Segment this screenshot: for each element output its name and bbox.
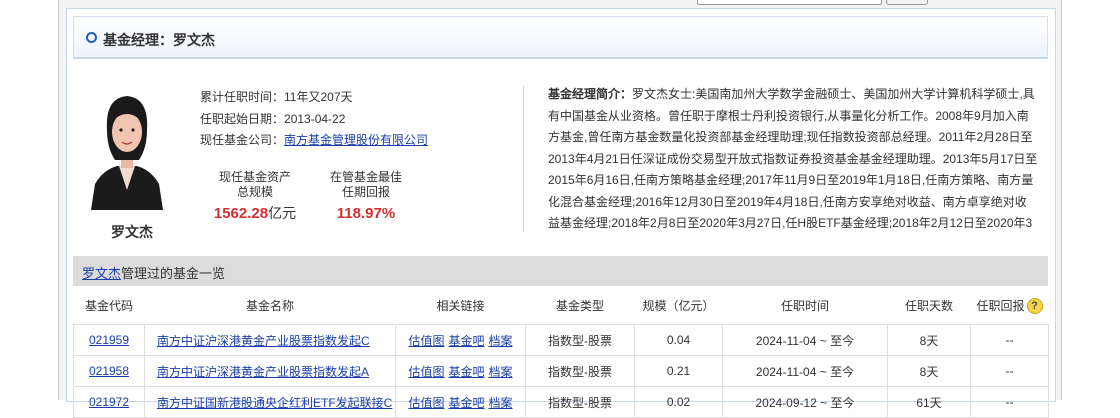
total-assets-label-1: 现任基金资产	[218, 170, 291, 184]
fund-name-cell: 南方中证国新港股通央企红利ETF发起联接C	[144, 386, 396, 418]
total-assets-value-row: 1562.28亿元	[205, 205, 305, 222]
total-assets-label-2: 总规模	[236, 185, 273, 199]
start-date-value: 2013-04-22	[284, 112, 346, 126]
col-header-return-label: 任职回报	[976, 298, 1025, 313]
total-assets-value: 1562.28	[213, 205, 269, 222]
fund-list-title: 罗文杰管理过的基金一览	[82, 263, 225, 282]
circle-bullet-icon	[86, 32, 97, 43]
fund-forum-link[interactable]: 基金吧	[448, 396, 484, 410]
fund-type-cell: 指数型-股票	[525, 355, 635, 387]
company-label: 现任基金公司：	[200, 133, 285, 147]
fund-return-cell: --	[970, 355, 1049, 387]
fund-forum-link[interactable]: 基金吧	[448, 334, 484, 348]
col-header-name: 基金名称	[144, 287, 396, 325]
fund-links-cell: 估值图 基金吧 档案	[395, 324, 526, 356]
vertical-divider	[523, 86, 524, 232]
valuation-chart-link[interactable]: 估值图	[408, 396, 444, 410]
col-header-period: 任职时间	[722, 287, 888, 325]
fund-size-cell: 0.04	[634, 324, 723, 356]
fund-code-cell: 021959	[73, 324, 145, 356]
fund-size-cell: 0.02	[634, 386, 723, 418]
table-row: 021958 南方中证沪深港黄金产业股票指数发起A 估值图 基金吧 档案 指数型-股…	[73, 355, 1049, 387]
fund-name-link[interactable]: 南方中证国新港股通央企红利ETF发起联接C	[157, 396, 392, 410]
fund-code-cell: 021958	[73, 355, 145, 387]
col-header-type: 基金类型	[525, 287, 635, 325]
fund-name-link[interactable]: 南方中证沪深港黄金产业股票指数发起A	[157, 365, 369, 379]
table-row: 021972 南方中证国新港股通央企红利ETF发起联接C 估值图 基金吧 档案 指数…	[73, 386, 1049, 418]
table-header-row: 基金代码 基金名称 相关链接 基金类型 规模（亿元） 任职时间 任职天数 任职回…	[73, 287, 1049, 325]
manager-photo	[89, 90, 165, 210]
fund-return-cell: --	[970, 324, 1049, 356]
fund-links-cell: 估值图 基金吧 档案	[395, 355, 526, 387]
fund-name-cell: 南方中证沪深港黄金产业股票指数发起A	[144, 355, 396, 387]
company-row: 现任基金公司：南方基金管理股份有限公司	[200, 131, 428, 148]
fund-table: 基金代码 基金名称 相关链接 基金类型 规模（亿元） 任职时间 任职天数 任职回…	[73, 287, 1049, 418]
fund-profile-link[interactable]: 档案	[489, 334, 513, 348]
tenure-label: 累计任职时间：	[200, 90, 285, 104]
top-search-input[interactable]	[697, 0, 882, 5]
company-link[interactable]: 南方基金管理股份有限公司	[284, 133, 428, 147]
fund-profile-link[interactable]: 档案	[489, 365, 513, 379]
total-assets-stat: 现任基金资产 总规模 1562.28亿元	[205, 170, 305, 221]
valuation-chart-link[interactable]: 估值图	[408, 334, 444, 348]
fund-period-cell: 2024-09-12 ~ 至今	[722, 386, 888, 418]
best-return-label-2: 任期回报	[341, 185, 390, 199]
fund-list-heading: 罗文杰管理过的基金一览	[73, 256, 1048, 286]
fund-days-cell: 8天	[887, 355, 971, 387]
fund-profile-link[interactable]: 档案	[489, 396, 513, 410]
col-header-code: 基金代码	[73, 287, 145, 325]
question-help-icon[interactable]: ?	[1026, 298, 1043, 315]
fund-period-cell: 2024-11-04 ~ 至今	[722, 324, 888, 356]
fund-days-cell: 61天	[887, 386, 971, 418]
fund-forum-link[interactable]: 基金吧	[448, 365, 484, 379]
total-assets-unit: 亿元	[268, 205, 297, 221]
best-return-value: 118.97%	[336, 205, 396, 222]
section-title: 基金经理：罗文杰	[103, 32, 215, 48]
fund-code-link[interactable]: 021972	[89, 395, 129, 409]
fund-code-link[interactable]: 021959	[89, 333, 129, 347]
fund-return-cell: --	[970, 386, 1049, 418]
fund-code-link[interactable]: 021958	[89, 364, 129, 378]
top-search-button[interactable]	[886, 0, 928, 5]
fund-code-cell: 021972	[73, 386, 145, 418]
bio-label: 基金经理简介：	[548, 87, 633, 101]
col-header-size: 规模（亿元）	[634, 287, 723, 325]
fund-links-cell: 估值图 基金吧 档案	[395, 386, 526, 418]
fund-name-link[interactable]: 南方中证沪深港黄金产业股票指数发起C	[157, 334, 370, 348]
col-header-days: 任职天数	[887, 287, 971, 325]
col-header-return: 任职回报?	[970, 287, 1049, 325]
fund-name-cell: 南方中证沪深港黄金产业股票指数发起C	[144, 324, 396, 356]
manager-name: 罗文杰	[111, 224, 153, 240]
section-header: 基金经理：罗文杰	[73, 16, 1048, 59]
fund-type-cell: 指数型-股票	[525, 386, 635, 418]
table-row: 021959 南方中证沪深港黄金产业股票指数发起C 估值图 基金吧 档案 指数型-股…	[73, 324, 1049, 356]
tenure-value: 11年又207天	[284, 90, 353, 104]
bio-text: 罗文杰女士:美国南加州大学数学金融硕士、美国加州大学计算机科学硕士,具有中国基金…	[548, 87, 1038, 230]
fund-days-cell: 8天	[887, 324, 971, 356]
fund-period-cell: 2024-11-04 ~ 至今	[722, 355, 888, 387]
tenure-row: 累计任职时间：11年又207天	[200, 88, 353, 105]
valuation-chart-link[interactable]: 估值图	[408, 365, 444, 379]
best-return-label-1: 在管基金最佳	[329, 170, 402, 184]
col-header-links: 相关链接	[395, 287, 526, 325]
manager-bio: 基金经理简介：罗文杰女士:美国南加州大学数学金融硕士、美国加州大学计算机科学硕士…	[548, 84, 1038, 234]
start-date-row: 任职起始日期：2013-04-22	[200, 110, 345, 127]
manager-name-link[interactable]: 罗文杰	[82, 266, 121, 281]
fund-type-cell: 指数型-股票	[525, 324, 635, 356]
start-date-label: 任职起始日期：	[200, 112, 285, 126]
fund-list-title-suffix: 管理过的基金一览	[121, 266, 226, 281]
best-return-stat: 在管基金最佳 任期回报 118.97%	[316, 170, 416, 221]
fund-size-cell: 0.21	[634, 355, 723, 387]
